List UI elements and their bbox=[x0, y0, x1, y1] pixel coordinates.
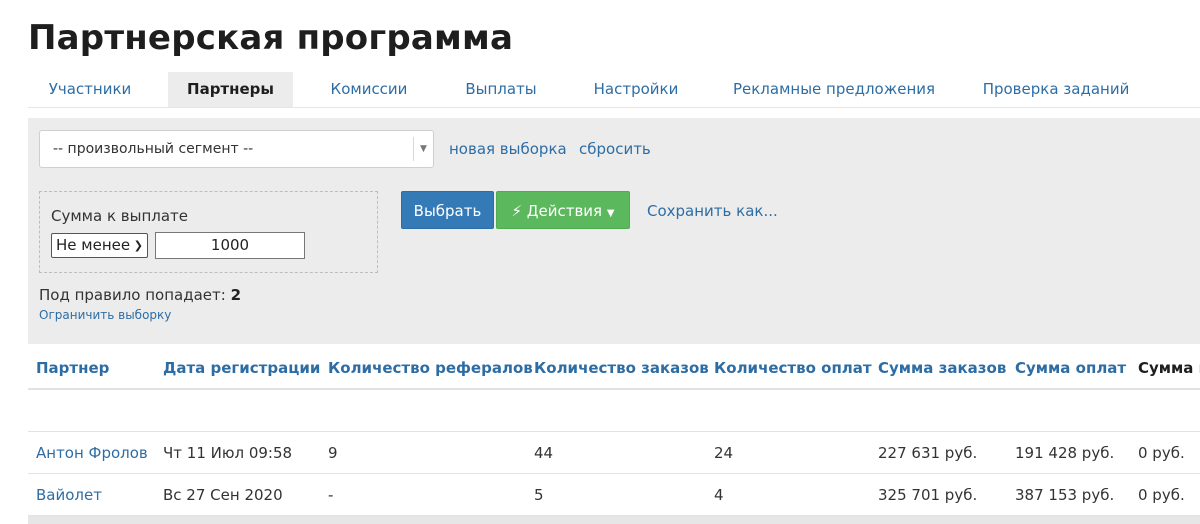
table-footer-strip bbox=[28, 516, 1200, 524]
filter-panel: -- произвольный сегмент -- ▼ новая выбор… bbox=[28, 118, 1200, 344]
page-title: Партнерская программа bbox=[28, 18, 514, 58]
amount-due: 0 руб. bbox=[1138, 486, 1185, 504]
lightning-icon: ⚡︎ bbox=[511, 202, 522, 220]
match-count-text: Под правило попадает: 2 bbox=[39, 286, 241, 304]
reset-link[interactable]: сбросить bbox=[579, 140, 651, 158]
caret-down-icon: ▼ bbox=[606, 208, 615, 219]
orders-count: 5 bbox=[534, 486, 544, 504]
tab-task-review[interactable]: Проверка заданий bbox=[978, 72, 1134, 107]
partners-table: Партнер Дата регистрации Количество рефе… bbox=[28, 344, 1200, 524]
tab-partners[interactable]: Партнеры bbox=[168, 72, 293, 107]
referrals-count: 9 bbox=[328, 444, 338, 462]
orders-total: 227 631 руб. bbox=[878, 444, 978, 462]
segment-select-value: -- произвольный сегмент -- bbox=[53, 141, 254, 157]
table-row: Вайолет Вс 27 Сен 2020 - 5 4 325 701 руб… bbox=[28, 474, 1200, 516]
chevron-down-icon: ❯ bbox=[133, 239, 143, 252]
filter-row bbox=[28, 390, 1200, 432]
column-header-payments-total[interactable]: Сумма оплат bbox=[1015, 359, 1126, 377]
tab-bar: Участники Партнеры Комиссии Выплаты Наст… bbox=[28, 72, 1200, 108]
column-header-registration-date[interactable]: Дата регистрации bbox=[163, 359, 320, 377]
column-header-orders-total[interactable]: Сумма заказов bbox=[878, 359, 1006, 377]
tab-ad-offers[interactable]: Рекламные предложения bbox=[726, 72, 942, 107]
condition-select-value: Не менее bbox=[56, 236, 131, 254]
column-header-orders[interactable]: Количество заказов bbox=[534, 359, 709, 377]
column-header-payments[interactable]: Количество оплат bbox=[714, 359, 872, 377]
column-header-referrals[interactable]: Количество рефералов bbox=[328, 359, 533, 377]
condition-select[interactable]: Не менее ❯ bbox=[51, 233, 148, 258]
amount-input[interactable]: 1000 bbox=[155, 232, 305, 259]
new-selection-link[interactable]: новая выборка bbox=[449, 140, 567, 158]
table-row: Антон Фролов Чт 11 Июл 09:58 9 44 24 227… bbox=[28, 432, 1200, 474]
select-button[interactable]: Выбрать bbox=[401, 191, 494, 229]
tab-settings[interactable]: Настройки bbox=[582, 72, 690, 107]
rule-label: Сумма к выплате bbox=[51, 207, 189, 225]
column-header-partner[interactable]: Партнер bbox=[36, 359, 109, 377]
orders-total: 325 701 руб. bbox=[878, 486, 978, 504]
segment-select[interactable]: -- произвольный сегмент -- ▼ bbox=[39, 130, 434, 168]
amount-due: 0 руб. bbox=[1138, 444, 1185, 462]
payments-count: 24 bbox=[714, 444, 734, 462]
payments-total: 191 428 руб. bbox=[1015, 444, 1115, 462]
payments-total: 387 153 руб. bbox=[1015, 486, 1115, 504]
tab-commissions[interactable]: Комиссии bbox=[314, 72, 424, 107]
orders-count: 44 bbox=[534, 444, 554, 462]
rule-box: Сумма к выплате Не менее ❯ 1000 bbox=[39, 191, 378, 273]
partner-name-link[interactable]: Вайолет bbox=[36, 486, 102, 504]
save-as-link[interactable]: Сохранить как... bbox=[647, 202, 778, 220]
referrals-count: - bbox=[328, 486, 334, 504]
payments-count: 4 bbox=[714, 486, 724, 504]
table-header: Партнер Дата регистрации Количество рефе… bbox=[28, 344, 1200, 390]
match-count-value: 2 bbox=[230, 286, 242, 304]
actions-button-label: Действия bbox=[526, 202, 603, 220]
column-header-amount-due: Сумма к bbox=[1138, 359, 1200, 377]
registration-date: Чт 11 Июл 09:58 bbox=[163, 444, 293, 462]
actions-button[interactable]: ⚡︎ Действия ▼ bbox=[496, 191, 630, 229]
match-count-label: Под правило попадает: bbox=[39, 286, 226, 304]
partner-name-link[interactable]: Антон Фролов bbox=[36, 444, 148, 462]
limit-selection-link[interactable]: Ограничить выборку bbox=[39, 308, 171, 322]
tab-payouts[interactable]: Выплаты bbox=[450, 72, 552, 107]
tab-participants[interactable]: Участники bbox=[28, 72, 152, 107]
triangle-down-icon: ▼ bbox=[413, 137, 433, 161]
registration-date: Вс 27 Сен 2020 bbox=[163, 486, 283, 504]
